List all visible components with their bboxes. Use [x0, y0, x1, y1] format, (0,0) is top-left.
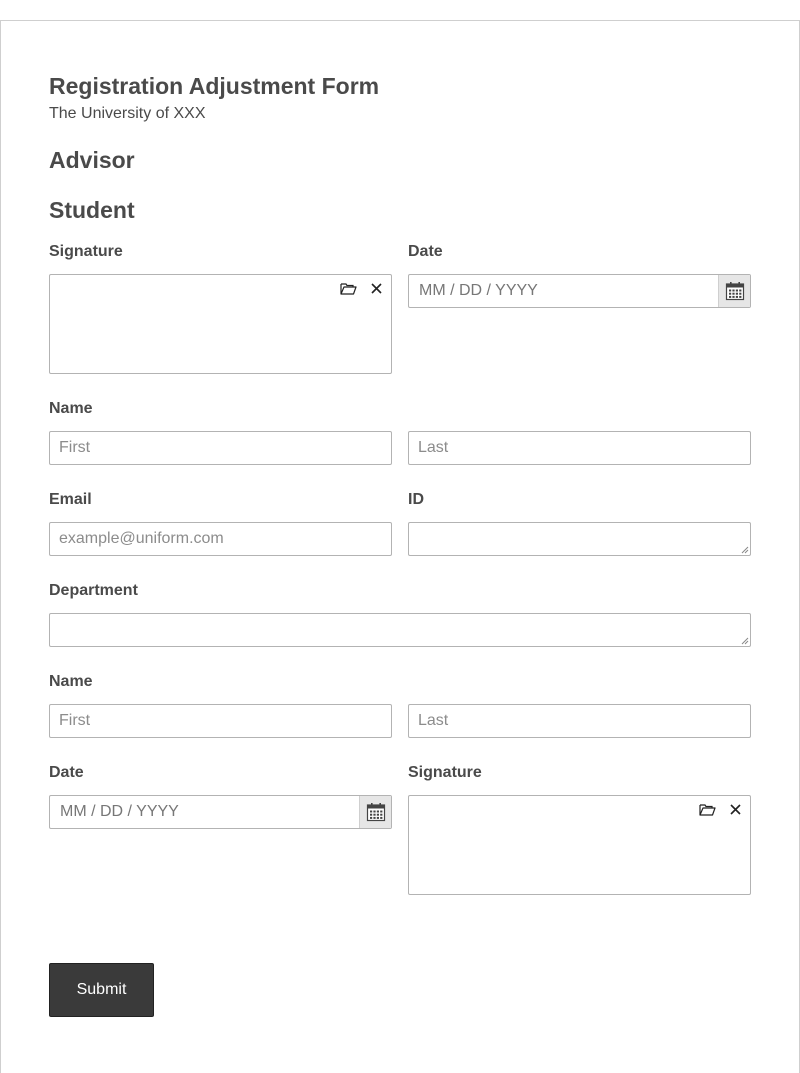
- student-department-label: Department: [49, 582, 138, 599]
- form-card: Registration Adjustment Form The Univers…: [0, 20, 800, 1073]
- close-icon[interactable]: [726, 802, 744, 816]
- student-signature-label: Signature: [49, 243, 123, 260]
- second-signature-label: Signature: [408, 764, 482, 781]
- folder-open-icon[interactable]: [698, 802, 716, 816]
- student-date-placeholder: MM / DD / YYYY: [419, 282, 538, 299]
- student-last-name-input[interactable]: Last: [408, 431, 751, 465]
- second-date-placeholder: MM / DD / YYYY: [60, 803, 179, 820]
- student-name-label: Name: [49, 400, 93, 417]
- second-signature-pad[interactable]: [408, 795, 751, 895]
- student-date-input[interactable]: MM / DD / YYYY: [408, 274, 751, 308]
- student-last-placeholder: Last: [418, 439, 449, 456]
- submit-button[interactable]: Submit: [49, 963, 154, 1017]
- form-subtitle: The University of XXX: [49, 105, 206, 122]
- resize-grip-icon[interactable]: [741, 637, 749, 645]
- resize-grip-icon[interactable]: [741, 546, 749, 554]
- student-department-input[interactable]: [49, 613, 751, 647]
- student-id-input[interactable]: [408, 522, 751, 556]
- section-student: Student: [49, 197, 135, 223]
- student-id-label: ID: [408, 491, 424, 508]
- second-last-name-input[interactable]: Last: [408, 704, 751, 738]
- folder-open-icon[interactable]: [339, 281, 357, 295]
- student-first-name-input[interactable]: First: [49, 431, 392, 465]
- second-first-placeholder: First: [59, 712, 91, 729]
- section-advisor: Advisor: [49, 147, 135, 173]
- calendar-icon[interactable]: [718, 275, 750, 307]
- student-first-placeholder: First: [59, 439, 91, 456]
- second-date-input[interactable]: MM / DD / YYYY: [49, 795, 392, 829]
- close-icon[interactable]: [367, 281, 385, 295]
- calendar-icon[interactable]: [359, 796, 391, 828]
- form-title: Registration Adjustment Form: [49, 73, 380, 99]
- student-email-input[interactable]: example@uniform.com: [49, 522, 392, 556]
- student-email-placeholder: example@uniform.com: [59, 530, 224, 547]
- second-first-name-input[interactable]: First: [49, 704, 392, 738]
- second-last-placeholder: Last: [418, 712, 449, 729]
- student-date-label: Date: [408, 243, 443, 260]
- student-signature-pad[interactable]: [49, 274, 392, 374]
- student-email-label: Email: [49, 491, 92, 508]
- second-name-label: Name: [49, 673, 93, 690]
- second-date-label: Date: [49, 764, 84, 781]
